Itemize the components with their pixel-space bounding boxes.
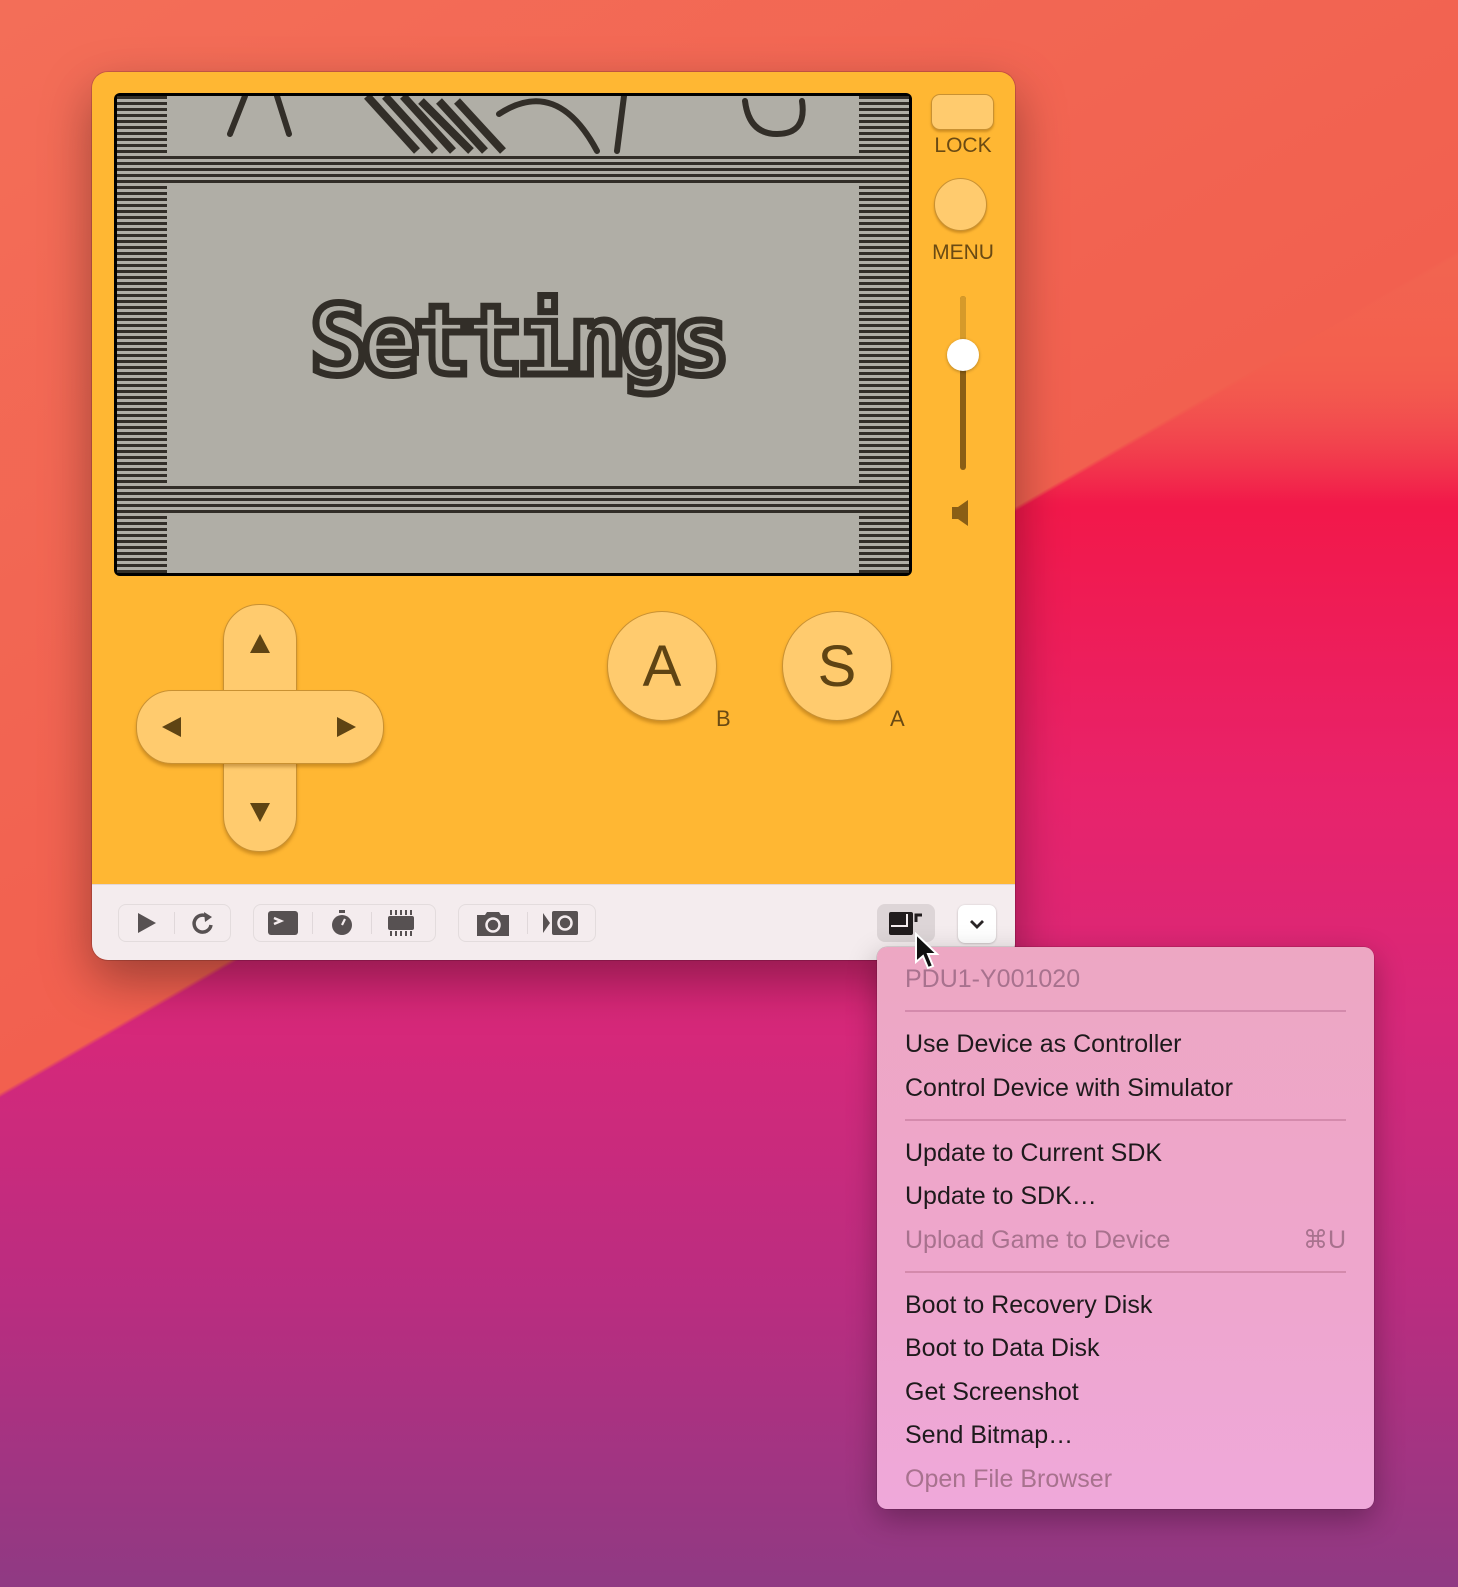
play-button[interactable] (119, 905, 174, 941)
menu-item-control-device-with-simulator[interactable]: Control Device with Simulator (905, 1068, 1346, 1108)
playdate-simulator-window: Settings LOCK MENU A B S A (92, 72, 1015, 960)
toolbar-group-debug (253, 904, 436, 942)
down-arrow-icon (250, 803, 270, 822)
a-button[interactable]: S (782, 611, 892, 721)
reload-icon (191, 912, 213, 934)
menu-item-label: Upload Game to Device (905, 1226, 1171, 1254)
device-body: Settings LOCK MENU A B S A (92, 72, 1015, 884)
stopwatch-button[interactable] (313, 905, 371, 941)
device-screen[interactable]: Settings (114, 93, 912, 576)
chip-icon (388, 910, 414, 936)
left-arrow-icon (162, 717, 181, 737)
reload-button[interactable] (175, 905, 230, 941)
volume-slider-track[interactable] (960, 296, 966, 470)
menu-header-device-id: PDU1-Y001020 (905, 965, 1081, 993)
mouse-cursor-icon (915, 932, 940, 970)
menu-item-shortcut: ⌘U (1302, 1226, 1346, 1254)
volume-slider-knob[interactable] (947, 339, 979, 372)
camera-icon (476, 912, 509, 936)
lock-button[interactable] (931, 94, 994, 130)
b-button[interactable]: A (607, 611, 717, 721)
record-icon (543, 911, 579, 935)
toolbar-group-capture (458, 904, 596, 942)
up-arrow-icon (250, 634, 270, 653)
record-button[interactable] (528, 905, 596, 941)
a-button-key-hint: A (890, 706, 905, 731)
menu-separator (905, 1010, 1346, 1012)
lcd-title: Settings (306, 256, 733, 426)
speaker-icon (952, 500, 968, 526)
menu-button[interactable] (934, 178, 987, 231)
b-button-label: A (642, 633, 682, 699)
menu-label: MENU (932, 241, 994, 264)
device-menu-toggle[interactable] (958, 905, 996, 943)
dpad-left-button[interactable] (160, 715, 184, 739)
toolbar-group-playback (118, 904, 231, 942)
menu-item-boot-to-data-disk[interactable]: Boot to Data Disk (905, 1328, 1346, 1368)
dpad-up-button[interactable] (248, 632, 272, 656)
right-arrow-icon (337, 717, 356, 737)
device-dropdown-menu: PDU1-Y001020 Use Device as Controller Co… (877, 947, 1374, 1509)
screenshot-button[interactable] (459, 905, 527, 941)
stopwatch-icon (332, 910, 352, 935)
dpad-center (224, 691, 296, 763)
menu-item-use-device-as-controller[interactable]: Use Device as Controller (905, 1024, 1346, 1064)
lock-label: LOCK (934, 134, 992, 157)
menu-item-upload-game-to-device: Upload Game to Device ⌘U (905, 1220, 1346, 1260)
device-info-button[interactable] (372, 905, 430, 941)
lcd-title-text: Settings (306, 282, 733, 401)
a-button-label: S (817, 633, 857, 699)
console-icon (268, 911, 298, 935)
menu-item-send-bitmap[interactable]: Send Bitmap… (905, 1415, 1346, 1455)
simulator-toolbar (92, 884, 1015, 960)
menu-item-boot-to-recovery-disk[interactable]: Boot to Recovery Disk (905, 1285, 1346, 1325)
menu-item-open-file-browser: Open File Browser (905, 1465, 1113, 1493)
menu-separator (905, 1271, 1346, 1273)
dpad-down-button[interactable] (248, 800, 272, 824)
menu-separator (905, 1119, 1346, 1121)
play-icon (137, 913, 156, 933)
menu-item-update-to-current-sdk[interactable]: Update to Current SDK (905, 1133, 1346, 1173)
menu-item-get-screenshot[interactable]: Get Screenshot (905, 1372, 1346, 1412)
chevron-down-icon (970, 920, 984, 929)
b-button-key-hint: B (716, 706, 731, 731)
dpad-right-button[interactable] (334, 715, 358, 739)
dpad (136, 604, 384, 852)
console-button[interactable] (254, 905, 312, 941)
lcd-display: Settings (117, 96, 909, 573)
menu-item-update-to-sdk[interactable]: Update to SDK… (905, 1176, 1346, 1216)
